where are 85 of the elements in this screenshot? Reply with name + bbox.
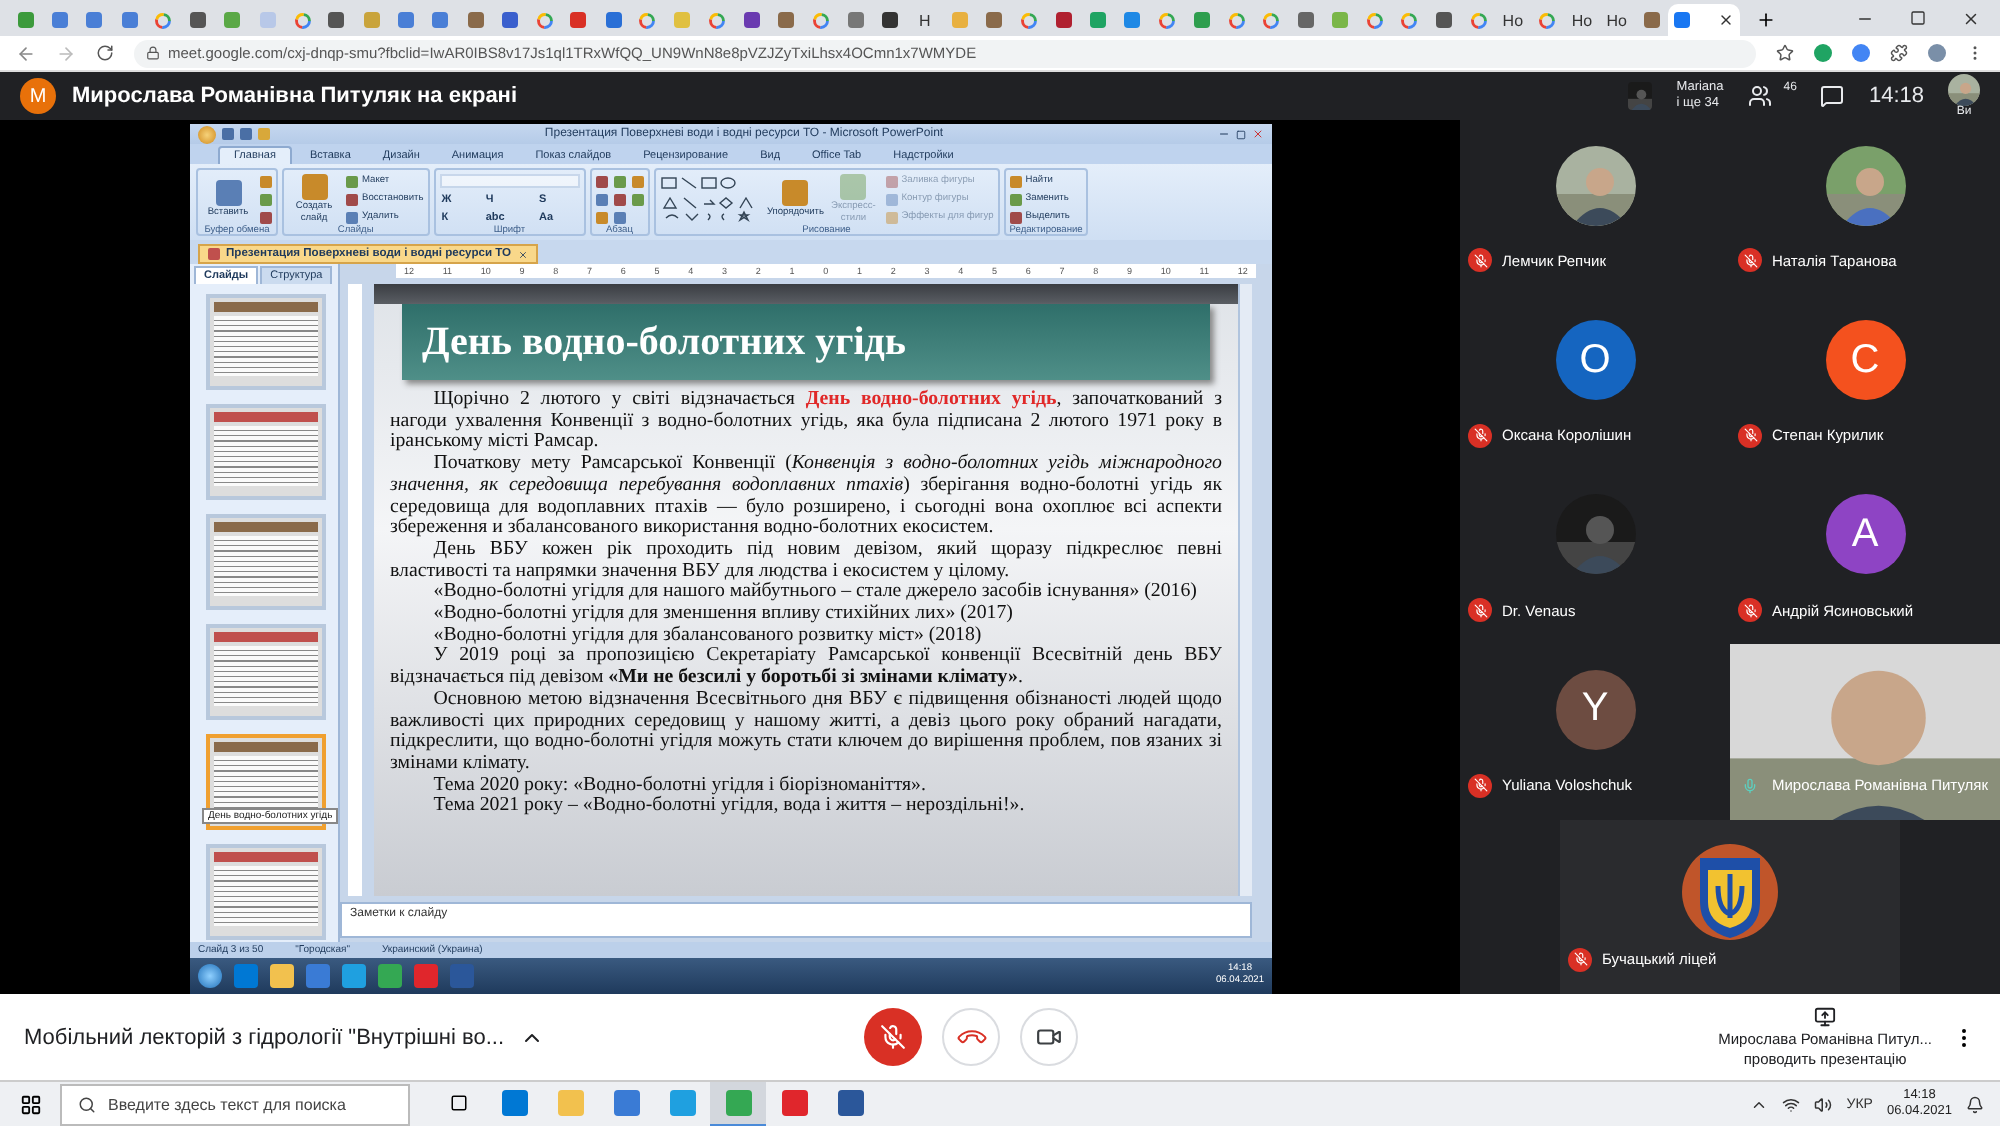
browser-tab[interactable] xyxy=(1668,4,1741,36)
meeting-title: Мобільний лекторій з гідрології "Внутрішні во... xyxy=(24,1025,505,1049)
slide-thumbnail[interactable] xyxy=(206,514,326,610)
ring-icon xyxy=(1157,11,1176,29)
toolbar-icon[interactable] xyxy=(613,175,626,187)
toolbar-icon[interactable] xyxy=(260,175,272,187)
slide-paragraph: «Водно-болотні угідля для зменшення впливу стихійних лих» (2017) xyxy=(431,604,1015,626)
back-icon[interactable] xyxy=(16,43,36,63)
chat-icon[interactable] xyxy=(1820,84,1845,108)
slide-paragraph: Тема 2021 року – «Водно-болотні угідля, вода і життя – нероздільні!». xyxy=(431,796,1027,819)
reload-icon[interactable] xyxy=(96,44,114,62)
windows-icon xyxy=(19,1093,41,1115)
presenter-title: Мирослава Романівна Питуляк на екрані xyxy=(72,84,518,108)
profile-icon[interactable] xyxy=(1928,44,1946,62)
toolbar-icon[interactable] xyxy=(613,193,626,205)
search-icon xyxy=(78,1095,96,1113)
slide-paragraph: Тема 2020 року: «Водно-болотні угідля і біорізноманіття». xyxy=(431,775,928,796)
slide-paragraph: Щорічно 2 лютого у світі відзначається День водно-болотних угідь, започаткований з нагоди ухвалення Конвенції з водно-болотних угідь, яка була підписана 2 лютого 1971 року в іранському місті Рамсар. xyxy=(390,390,1222,454)
slide-thumbnail[interactable] xyxy=(206,294,326,390)
extension-icon[interactable] xyxy=(1852,44,1870,62)
minimize-icon[interactable] xyxy=(1218,128,1230,140)
avatar: C xyxy=(1825,320,1905,401)
ring-icon xyxy=(811,11,830,29)
microphone-button[interactable] xyxy=(864,1008,922,1066)
toolbar-icon[interactable] xyxy=(595,175,608,187)
new-tab-icon[interactable] xyxy=(1756,10,1777,30)
slide-thumbnail[interactable] xyxy=(206,844,326,940)
lock-icon xyxy=(146,46,160,60)
browser-tab[interactable]: Ho xyxy=(1599,4,1634,36)
start-icon[interactable] xyxy=(198,964,222,988)
ring-icon xyxy=(638,11,657,29)
ring-icon xyxy=(708,11,727,29)
close-icon[interactable] xyxy=(1718,12,1735,28)
maximize-icon[interactable] xyxy=(1236,129,1246,139)
hang-up-button[interactable] xyxy=(942,1008,1000,1066)
toolbar-icon[interactable] xyxy=(260,211,272,223)
avatar: O xyxy=(1555,320,1635,401)
slide-paragraph: День ВБУ кожен рік проходить під новим девізом, який щоразу підкреслює певні властивості та напрямки значення ВБУ для людства і екосистем у цілому. xyxy=(390,539,1222,582)
slide-paragraph: «Водно-болотні угідля для збалансованого розвитку міст» (2018) xyxy=(431,625,984,647)
search-field[interactable]: Введите здесь текст для поиска xyxy=(60,1083,410,1125)
save-icon[interactable] xyxy=(222,128,234,140)
maximize-icon[interactable] xyxy=(1910,10,1926,26)
extension-icon[interactable] xyxy=(1814,44,1832,62)
close-icon[interactable] xyxy=(1962,9,1980,27)
network-icon[interactable] xyxy=(1782,1095,1801,1113)
slide-thumbnail[interactable] xyxy=(206,404,326,500)
toolbar-icon[interactable] xyxy=(613,211,626,223)
browser-tab[interactable]: Ho xyxy=(1495,4,1531,36)
present-icon[interactable] xyxy=(1814,1006,1837,1028)
clock-time: 14:18 xyxy=(1868,84,1924,108)
extensions-icon[interactable] xyxy=(1890,44,1908,62)
slide-paragraph: У 2019 році за пропозицією Секретаріату Рамсарської конвенції Всесвітній день ВБУ відзначається під девізом «Ми не безсилі у боротьбі зі змінами клімату». xyxy=(390,646,1222,690)
notification-icon[interactable] xyxy=(1966,1095,1984,1113)
volume-icon[interactable] xyxy=(1814,1095,1833,1113)
emblem-icon xyxy=(1680,842,1780,943)
toolbar-icon[interactable] xyxy=(595,211,608,223)
ring-icon xyxy=(1538,11,1557,29)
ring-icon xyxy=(535,11,554,29)
mic-off-icon xyxy=(880,1024,906,1050)
toolbar-icon[interactable] xyxy=(631,193,644,205)
slide-paragraph: Основною метою відзначення Всесвітнього дня ВБУ є підвищення обізнаності людей щодо важливості цих природних середовищ у нашому житті, а девіз цього року обраний нагадати, підкреслити, що водно-болотні угідля можуть стати ключем до вирішення проблем, пов язаних зі змінами клімату. xyxy=(390,689,1222,776)
people-icon[interactable] xyxy=(1747,84,1772,108)
slide-paragraph: «Водно-болотні угідля для нашого майбутнього – стале джерело засобів існування» (2016) xyxy=(431,582,1199,604)
ring-icon xyxy=(154,11,173,29)
avatar: Y xyxy=(1555,669,1635,750)
toolbar-icon[interactable] xyxy=(631,175,644,187)
ring-icon xyxy=(293,11,312,29)
browser-tab[interactable]: H xyxy=(907,4,943,36)
app-icon[interactable] xyxy=(270,964,294,988)
camera-icon xyxy=(1036,1024,1062,1050)
toolbar-icon[interactable] xyxy=(595,193,608,205)
undo-icon[interactable] xyxy=(240,128,252,140)
slide-paragraph: Початкову мету Рамсарської Конвенції (Конвенція з водно-болотних угідь міжнародного значення, як середовища перебування водоплавних птахів) зберігання водно-болотні угідь як середовища для водоплавних птахів — було розширено, і сьогодні вона охоплює всі аспекти збереження и збалансованого використання водно-болотних екосистем. xyxy=(390,454,1222,540)
avatar: M xyxy=(20,78,56,114)
forward-icon[interactable] xyxy=(56,43,76,63)
slide-title: День водно-болотних угідь xyxy=(402,304,1210,380)
scrollbar[interactable] xyxy=(1238,284,1252,896)
ring-icon xyxy=(1019,11,1038,29)
ring-icon xyxy=(1469,11,1488,29)
slide-thumbnail[interactable] xyxy=(206,624,326,720)
avatar: A xyxy=(1825,494,1905,575)
toolbar-icon[interactable] xyxy=(260,193,272,205)
bookmark-icon[interactable] xyxy=(1776,44,1794,62)
camera-button[interactable] xyxy=(1020,1008,1078,1066)
browser-tab[interactable]: Ho xyxy=(1564,4,1600,36)
